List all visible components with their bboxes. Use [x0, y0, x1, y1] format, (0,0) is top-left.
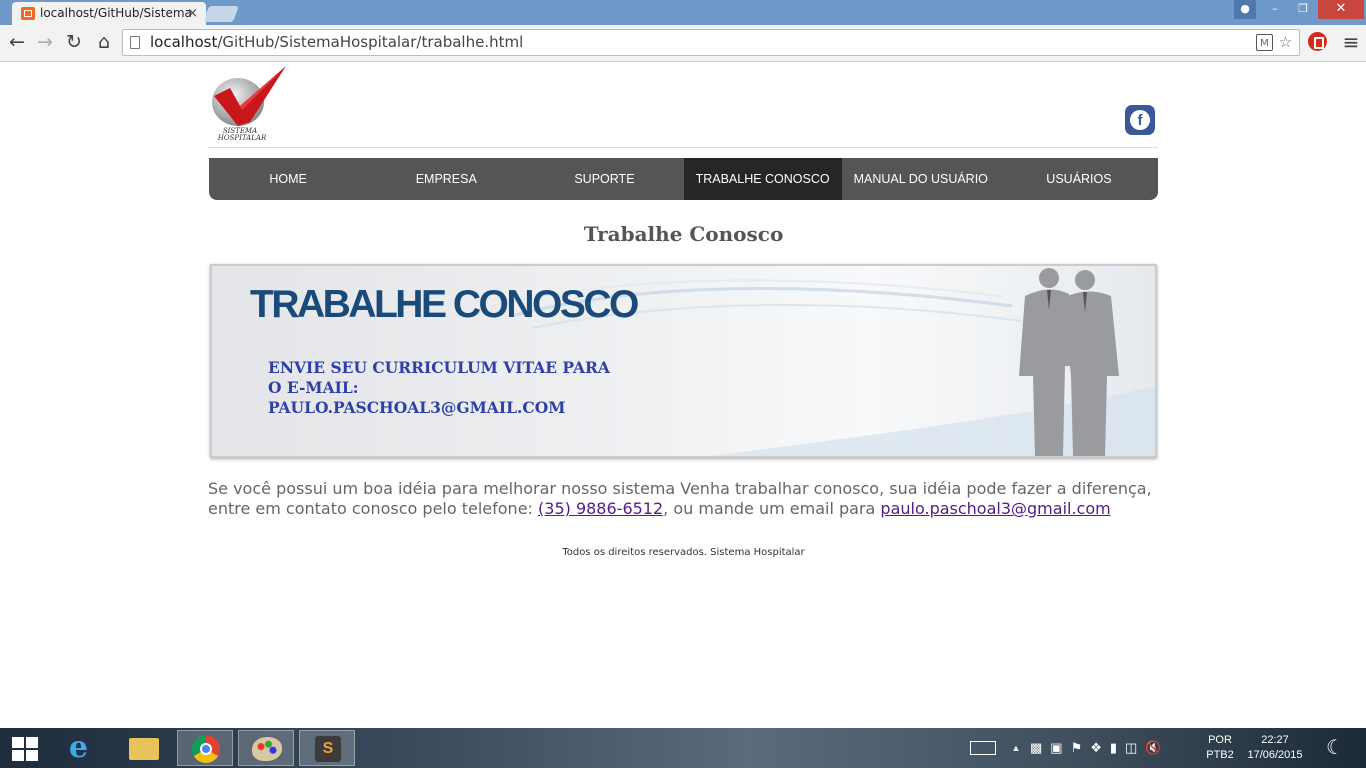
url-host: localhost: [150, 33, 218, 51]
header-divider: [208, 147, 1158, 148]
browser-menu-icon[interactable]: ≡: [1341, 30, 1361, 54]
main-navigation: HOME EMPRESA SUPORTE TRABALHE CONOSCO MA…: [209, 158, 1158, 200]
nav-suporte[interactable]: SUPORTE: [525, 158, 683, 200]
home-icon[interactable]: ⌂: [93, 30, 115, 54]
show-hidden-icons-icon[interactable]: ▲: [1008, 728, 1024, 768]
windows-taskbar: e S ▲ ▩▣⚑❖▮◫🔇 POR PTB2 22:27 17/06/2015 …: [0, 728, 1366, 768]
keyboard-layout: PTB2: [1206, 749, 1234, 761]
url-text[interactable]: localhost/GitHub/SistemaHospitalar/traba…: [150, 30, 523, 55]
tab-close-icon[interactable]: ×: [187, 2, 198, 25]
chrome-glyph: [192, 735, 220, 763]
close-window-button[interactable]: ✕: [1318, 0, 1364, 19]
nav-usuarios[interactable]: USUÁRIOS: [1000, 158, 1158, 200]
bookmark-star-icon[interactable]: ☆: [1277, 34, 1294, 51]
nav-home[interactable]: HOME: [209, 158, 367, 200]
nav-manual-do-usuario[interactable]: MANUAL DO USUÁRIO: [842, 158, 1000, 200]
forward-arrow-icon[interactable]: →: [34, 30, 56, 54]
back-arrow-icon[interactable]: ←: [6, 30, 28, 54]
banner-line-2: O E-MAIL:: [268, 378, 359, 397]
banner-line-1: ENVIE SEU CURRICULUM VITAE PARA: [268, 358, 610, 377]
browser-tab[interactable]: localhost/GitHub/Sistema ×: [12, 2, 206, 25]
file-explorer-icon[interactable]: [116, 730, 172, 766]
page-content: SISTEMA HOSPITALAR f HOME EMPRESA SUPORT…: [0, 62, 1366, 728]
paint-icon[interactable]: [238, 730, 294, 766]
windows-start-icon[interactable]: [12, 737, 38, 761]
minimize-button[interactable]: –: [1262, 0, 1288, 19]
address-bar[interactable]: localhost/GitHub/SistemaHospitalar/traba…: [122, 29, 1300, 56]
facebook-letter: f: [1130, 110, 1150, 130]
businessmen-silhouette-image: [1019, 268, 1119, 456]
extension-icon[interactable]: M: [1256, 34, 1273, 51]
browser-toolbar: ← → ↻ ⌂ localhost/GitHub/SistemaHospital…: [0, 25, 1366, 62]
nav-empresa[interactable]: EMPRESA: [367, 158, 525, 200]
page-title: Trabalhe Conosco: [583, 222, 784, 246]
new-tab-button[interactable]: [203, 6, 239, 22]
sublime-glyph: S: [315, 736, 341, 762]
banner-line-3: PAULO.PASCHOAL3@GMAIL.COM: [268, 398, 566, 417]
internet-explorer-icon[interactable]: e: [55, 730, 111, 766]
tab-title: localhost/GitHub/Sistema: [40, 6, 192, 20]
email-link[interactable]: paulo.paschoal3@gmail.com: [880, 499, 1110, 518]
sistema-hospitalar-logo[interactable]: SISTEMA HOSPITALAR: [210, 66, 290, 142]
palette-glyph: [252, 737, 282, 761]
touch-keyboard-icon[interactable]: [968, 728, 998, 768]
chrome-icon[interactable]: [177, 730, 233, 766]
page-icon: [130, 36, 140, 49]
phone-link[interactable]: (35) 9886-6512: [538, 499, 663, 518]
maximize-button[interactable]: ❐: [1290, 0, 1316, 19]
reload-icon[interactable]: ↻: [63, 30, 85, 54]
body-paragraph: Se você possui um boa idéia para melhora…: [208, 479, 1164, 519]
folder-glyph: [129, 738, 159, 760]
clock-time: 22:27: [1261, 734, 1289, 746]
trabalhe-conosco-banner: TRABALHE CONOSCO ENVIE SEU CURRICULUM VI…: [210, 264, 1157, 458]
user-profile-icon[interactable]: ●: [1234, 0, 1256, 19]
clock-date: 17/06/2015: [1247, 749, 1303, 761]
xampp-favicon-icon: [21, 7, 35, 20]
clock[interactable]: 22:27 17/06/2015: [1240, 728, 1310, 773]
adblock-extension-icon[interactable]: [1308, 32, 1327, 51]
facebook-icon[interactable]: f: [1125, 105, 1155, 135]
language-indicator[interactable]: POR PTB2: [1202, 728, 1238, 773]
language-code: POR: [1208, 734, 1232, 746]
quiet-hours-moon-icon[interactable]: ☾: [1320, 728, 1350, 768]
ie-glyph: e: [69, 730, 89, 765]
banner-title: TRABALHE CONOSCO: [250, 283, 639, 326]
system-tray-icons[interactable]: ▩▣⚑❖▮◫🔇: [1030, 728, 1198, 768]
browser-titlebar: localhost/GitHub/Sistema × ● – ❐ ✕: [0, 0, 1366, 25]
url-path: /GitHub/SistemaHospitalar/trabalhe.html: [217, 33, 524, 51]
nav-trabalhe-conosco[interactable]: TRABALHE CONOSCO: [683, 158, 842, 200]
footer-copyright: Todos os direitos reservados. Sistema Ho…: [562, 547, 805, 558]
body-text-middle: , ou mande um email para: [663, 499, 881, 518]
logo-text-hospitalar: HOSPITALAR: [217, 134, 267, 142]
sublime-text-icon[interactable]: S: [299, 730, 355, 766]
